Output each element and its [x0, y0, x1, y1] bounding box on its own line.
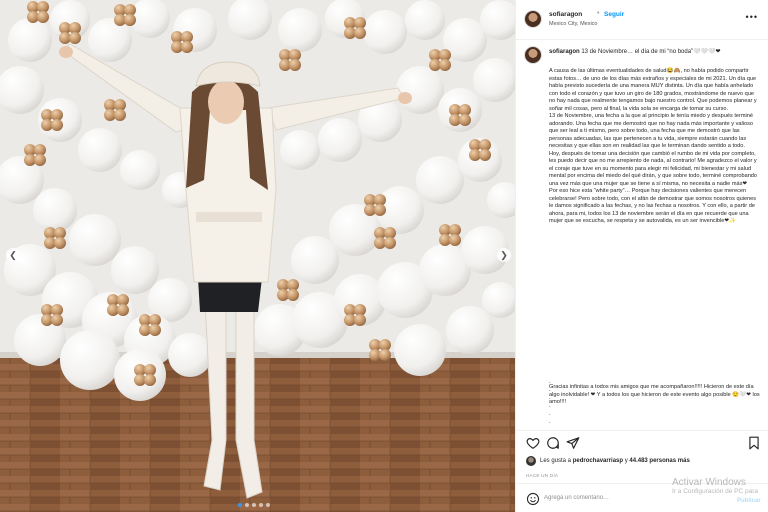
comment-bar: Publicar — [516, 483, 768, 512]
white-balloon — [280, 130, 320, 170]
white-balloon — [88, 18, 132, 62]
white-balloon — [33, 188, 77, 232]
next-photo-button[interactable]: ❯ — [497, 248, 511, 262]
white-balloon — [394, 324, 446, 376]
post-timestamp[interactable]: HACE UN DÍA — [526, 473, 558, 478]
caption-paragraph: Hoy, después de tomar una decisión que c… — [549, 150, 758, 187]
likes-connector: y — [624, 458, 628, 464]
smiley-icon[interactable] — [526, 492, 540, 506]
caption-thanks: Gracias infinitas a todos mis amigos que… — [549, 384, 760, 405]
send-icon[interactable] — [566, 436, 580, 450]
gold-balloon — [54, 237, 66, 249]
action-bar — [516, 430, 768, 454]
belt — [196, 212, 262, 222]
white-balloon — [291, 236, 339, 284]
previous-photo-button[interactable]: ❮ — [6, 248, 20, 262]
avatar[interactable] — [524, 10, 542, 28]
gold-balloon — [459, 114, 471, 126]
gold-balloon — [34, 154, 46, 166]
caption-avatar[interactable] — [524, 46, 542, 64]
carousel-dot — [266, 503, 270, 507]
gold-balloon — [439, 59, 451, 71]
white-balloon — [60, 330, 120, 390]
party-photo — [0, 0, 515, 512]
liker-username[interactable]: pedrochavarriasp — [573, 458, 623, 464]
gold-balloon — [374, 204, 386, 216]
gold-balloon — [449, 234, 461, 246]
white-balloon — [78, 128, 122, 172]
white-balloon — [363, 10, 407, 54]
gold-balloon — [144, 374, 156, 386]
chevron-left-icon: ❮ — [9, 250, 17, 260]
gold-balloon — [354, 27, 366, 39]
left-hand — [59, 46, 73, 58]
white-balloon — [69, 214, 121, 266]
gold-balloon — [287, 289, 299, 301]
likes-count[interactable]: 44.483 personas más — [629, 458, 689, 464]
publish-button[interactable]: Publicar — [737, 498, 761, 504]
gold-balloon — [69, 32, 81, 44]
white-balloon — [168, 333, 212, 377]
caption-paragraph: A causa de las últimas eventualidades de… — [549, 68, 757, 112]
liker-avatar[interactable] — [526, 456, 536, 466]
caption-headline: 13 de Noviembre… el día de mi “no boda”🤍… — [581, 49, 721, 55]
white-balloon — [405, 0, 445, 40]
right-hand — [398, 92, 412, 104]
gold-balloon — [117, 304, 129, 316]
white-balloon — [416, 156, 464, 204]
bookmark-icon[interactable] — [747, 436, 761, 450]
comment-icon[interactable] — [546, 436, 560, 450]
ellipsis-icon[interactable]: ••• — [746, 12, 758, 22]
caption-paragraph: 13 de Noviembre, una fecha a la que al p… — [549, 113, 753, 149]
caption-dot: . — [549, 419, 551, 425]
likes-prefix: Les gusta a — [540, 458, 572, 464]
gold-balloon — [51, 314, 63, 326]
gold-balloon — [51, 119, 63, 131]
white-balloon — [278, 8, 322, 52]
carousel-dot — [238, 503, 242, 507]
white-balloon — [396, 66, 444, 114]
white-balloon — [50, 0, 90, 40]
gold-balloon — [114, 109, 126, 121]
separator-dot: • — [597, 10, 600, 17]
white-balloon — [473, 58, 515, 102]
carousel-dot — [259, 503, 263, 507]
white-balloon — [120, 150, 160, 190]
location-link[interactable]: Mexico City, Mexico — [549, 21, 598, 27]
caption-paragraph: Por eso hice esta “white party”… Porque … — [549, 188, 757, 224]
gold-balloon — [354, 314, 366, 326]
gold-balloon — [181, 41, 193, 53]
white-balloon — [446, 306, 494, 354]
carousel-dot — [245, 503, 249, 507]
post-header: sofiaragon • Seguir Mexico City, Mexico … — [516, 0, 768, 40]
gold-balloon — [379, 349, 391, 361]
caption-username[interactable]: sofiaragon — [549, 49, 580, 55]
chevron-right-icon: ❯ — [500, 250, 508, 260]
white-balloon — [8, 18, 52, 62]
gold-balloon — [289, 59, 301, 71]
white-balloon — [318, 118, 362, 162]
black-shorts — [198, 278, 262, 312]
heart-icon[interactable] — [526, 436, 540, 450]
caption-dot: . — [549, 411, 551, 417]
caption-title: sofiaragon 13 de Noviembre… el día de mi… — [549, 48, 759, 56]
follow-button[interactable]: Seguir — [604, 11, 624, 18]
post-sidebar: sofiaragon • Seguir Mexico City, Mexico … — [515, 0, 768, 512]
caption-section: sofiaragon 13 de Noviembre… el día de mi… — [516, 40, 768, 430]
white-balloon — [111, 246, 159, 294]
header-username[interactable]: sofiaragon — [549, 11, 582, 18]
gold-balloon — [384, 237, 396, 249]
gold-balloon — [37, 11, 49, 23]
post-photo[interactable]: ❮ ❯ — [0, 0, 515, 512]
gold-balloon — [479, 149, 491, 161]
carousel-indicator — [238, 503, 270, 507]
likes-summary: Les gusta a pedrochavarriasp y 44.483 pe… — [526, 456, 690, 466]
caption-body: A causa de las últimas eventualidades de… — [549, 68, 761, 226]
comment-input[interactable] — [544, 491, 674, 505]
face — [208, 80, 244, 124]
gold-balloon — [124, 14, 136, 26]
gold-balloon — [149, 324, 161, 336]
carousel-dot — [252, 503, 256, 507]
